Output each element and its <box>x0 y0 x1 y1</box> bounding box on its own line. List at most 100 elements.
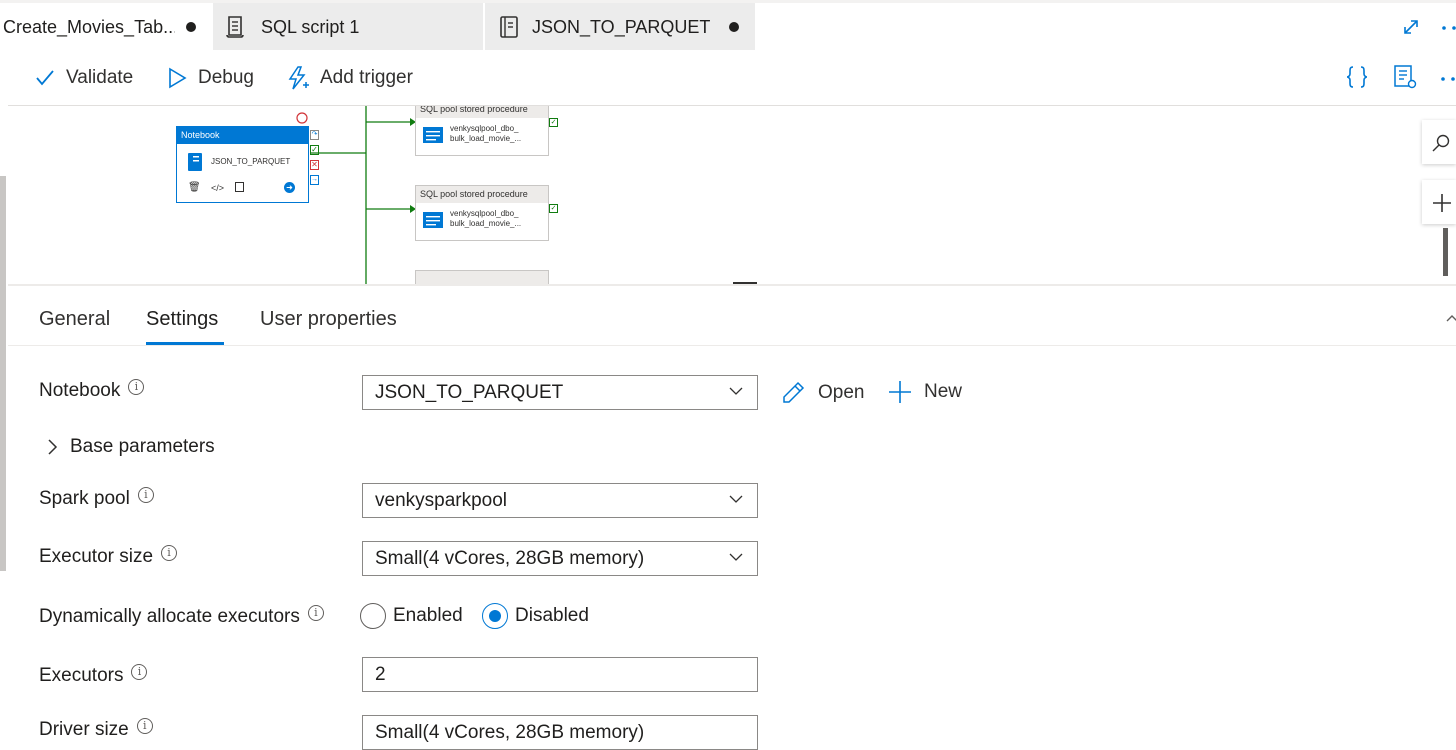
executors-label: Executors <box>39 665 124 686</box>
enabled-radio-circle[interactable] <box>360 603 386 629</box>
notebook-node-name: JSON_TO_PARQUET <box>211 157 291 166</box>
activity-properties-panel: General Settings User properties Noteboo… <box>8 284 1456 750</box>
driver-size-select[interactable]: Small(4 vCores, 28GB memory) <box>362 715 758 750</box>
stored-procedure-node[interactable]: SQL pool stored procedure venkysqlpool_d… <box>415 106 549 156</box>
notebook-icon <box>500 16 518 38</box>
dynamic-allocate-field-label: Dynamically allocate executors i <box>39 605 324 628</box>
disabled-radio[interactable]: Disabled <box>482 603 589 629</box>
base-parameters-label: Base parameters <box>70 436 215 457</box>
skip-handle-icon[interactable]: → <box>310 175 319 185</box>
copy-icon[interactable] <box>235 182 244 192</box>
zoom-slider-track[interactable] <box>1443 228 1448 276</box>
spark-pool-select-value: venkysparkpool <box>375 490 508 511</box>
completion-handle-icon[interactable]: ↷ <box>310 130 319 140</box>
checkmark-icon <box>36 70 54 86</box>
delete-icon[interactable]: 🗑 <box>188 183 201 193</box>
sp-node-header: SQL pool stored procedure <box>416 186 548 203</box>
code-icon[interactable]: </> <box>211 183 224 193</box>
plus-icon <box>889 381 911 403</box>
zoom-in-button[interactable] <box>1422 180 1456 224</box>
executors-input-value: 2 <box>375 664 386 685</box>
chevron-right-icon <box>48 439 58 455</box>
add-trigger-label: Add trigger <box>320 67 413 88</box>
tab-general[interactable]: General <box>39 308 110 331</box>
unsaved-dot-icon <box>729 22 739 32</box>
debug-button[interactable]: Debug <box>166 63 254 93</box>
left-scroll-strip <box>0 176 6 571</box>
driver-size-field-label: Driver size i <box>39 718 153 741</box>
info-icon[interactable]: i <box>136 718 153 734</box>
executors-input[interactable]: 2 <box>362 657 758 692</box>
spark-pool-field-label: Spark pool i <box>39 487 154 510</box>
notebook-select-value: JSON_TO_PARQUET <box>375 382 564 403</box>
notebook-icon <box>188 153 202 171</box>
edit-pencil-icon <box>783 381 805 403</box>
info-icon[interactable]: i <box>131 664 148 680</box>
stored-procedure-icon <box>423 127 443 143</box>
notebook-label: Notebook <box>39 380 121 401</box>
expand-icon[interactable] <box>1402 18 1420 36</box>
search-icon <box>1432 134 1450 152</box>
executor-size-field-label: Executor size i <box>39 545 178 568</box>
tab-json-to-parquet[interactable]: JSON_TO_PARQUET <box>485 3 755 50</box>
go-arrow-icon[interactable]: ➜ <box>284 182 295 193</box>
sp-node-line1: venkysqlpool_dbo_ <box>450 209 519 218</box>
pipeline-canvas[interactable]: Notebook JSON_TO_PARQUET 🗑 </> ➜ ↷ ✓ ✕ →… <box>8 106 1456 284</box>
notebook-node-header: Notebook <box>177 127 308 144</box>
more-tabs-icon[interactable] <box>1440 25 1456 31</box>
pipeline-toolbar: Validate Debug Add trigger <box>8 50 1456 106</box>
success-handle-icon[interactable]: ✓ <box>310 145 319 155</box>
chevron-down-icon <box>729 495 743 503</box>
new-label: New <box>924 381 963 402</box>
tab-sql-script-1[interactable]: SQL script 1 <box>213 3 483 50</box>
stored-procedure-icon <box>423 212 443 228</box>
sp-node-line1: venkysqlpool_dbo_ <box>450 124 519 133</box>
notebook-select[interactable]: JSON_TO_PARQUET <box>362 375 758 410</box>
spark-pool-label: Spark pool <box>39 488 130 509</box>
notebook-field-label: Notebook i <box>39 379 145 402</box>
search-canvas-button[interactable] <box>1422 120 1456 164</box>
new-notebook-button[interactable]: New <box>888 380 962 404</box>
stored-procedure-node[interactable]: SQL pool stored procedure venkysqlpool_d… <box>415 185 549 241</box>
notebook-activity-node[interactable]: Notebook JSON_TO_PARQUET 🗑 </> ➜ <box>176 126 309 203</box>
success-handle-icon[interactable]: ✓ <box>549 118 558 127</box>
sp-node-line2: bulk_load_movie_... <box>450 134 522 143</box>
code-braces-icon[interactable] <box>1344 64 1370 90</box>
executor-size-select-value: Small(4 vCores, 28GB memory) <box>375 548 645 569</box>
executors-field-label: Executors i <box>39 664 148 687</box>
driver-size-select-value: Small(4 vCores, 28GB memory) <box>375 722 645 743</box>
chevron-down-icon <box>729 387 743 395</box>
unsaved-dot-icon <box>186 22 196 32</box>
properties-icon[interactable] <box>1392 64 1418 90</box>
sql-script-icon <box>226 16 244 38</box>
collapse-panel-icon[interactable] <box>1446 313 1456 323</box>
info-icon[interactable]: i <box>128 379 145 395</box>
disabled-radio-label: Disabled <box>515 605 589 626</box>
info-icon[interactable]: i <box>137 487 154 503</box>
sp-node-header: SQL pool stored procedure <box>416 106 548 118</box>
add-trigger-button[interactable]: Add trigger <box>286 63 413 93</box>
play-icon <box>169 67 187 89</box>
info-icon[interactable]: i <box>161 545 178 561</box>
base-parameters-toggle[interactable]: Base parameters <box>46 436 215 458</box>
driver-size-label: Driver size <box>39 719 129 740</box>
enabled-radio[interactable]: Enabled <box>360 603 463 629</box>
executor-size-label: Executor size <box>39 546 154 567</box>
tab-settings[interactable]: Settings <box>146 308 218 331</box>
tab-label: JSON_TO_PARQUET <box>532 17 711 37</box>
chevron-down-icon <box>729 553 743 561</box>
more-actions-icon[interactable] <box>1440 76 1456 82</box>
success-handle-icon[interactable]: ✓ <box>549 204 558 213</box>
info-icon[interactable]: i <box>307 605 324 621</box>
spark-pool-select[interactable]: venkysparkpool <box>362 483 758 518</box>
disabled-radio-circle[interactable] <box>482 603 508 629</box>
tab-bar: Create_Movies_Tab... SQL script 1 JSON_T… <box>0 0 1456 50</box>
executor-size-select[interactable]: Small(4 vCores, 28GB memory) <box>362 541 758 576</box>
validate-button[interactable]: Validate <box>34 63 133 93</box>
open-notebook-button[interactable]: Open <box>780 380 864 406</box>
failure-handle-icon[interactable]: ✕ <box>310 160 319 170</box>
stored-procedure-node-partial[interactable] <box>415 270 549 284</box>
enabled-radio-label: Enabled <box>393 605 463 626</box>
tab-create-movies[interactable]: Create_Movies_Tab... <box>0 3 212 50</box>
tab-user-properties[interactable]: User properties <box>260 308 397 331</box>
